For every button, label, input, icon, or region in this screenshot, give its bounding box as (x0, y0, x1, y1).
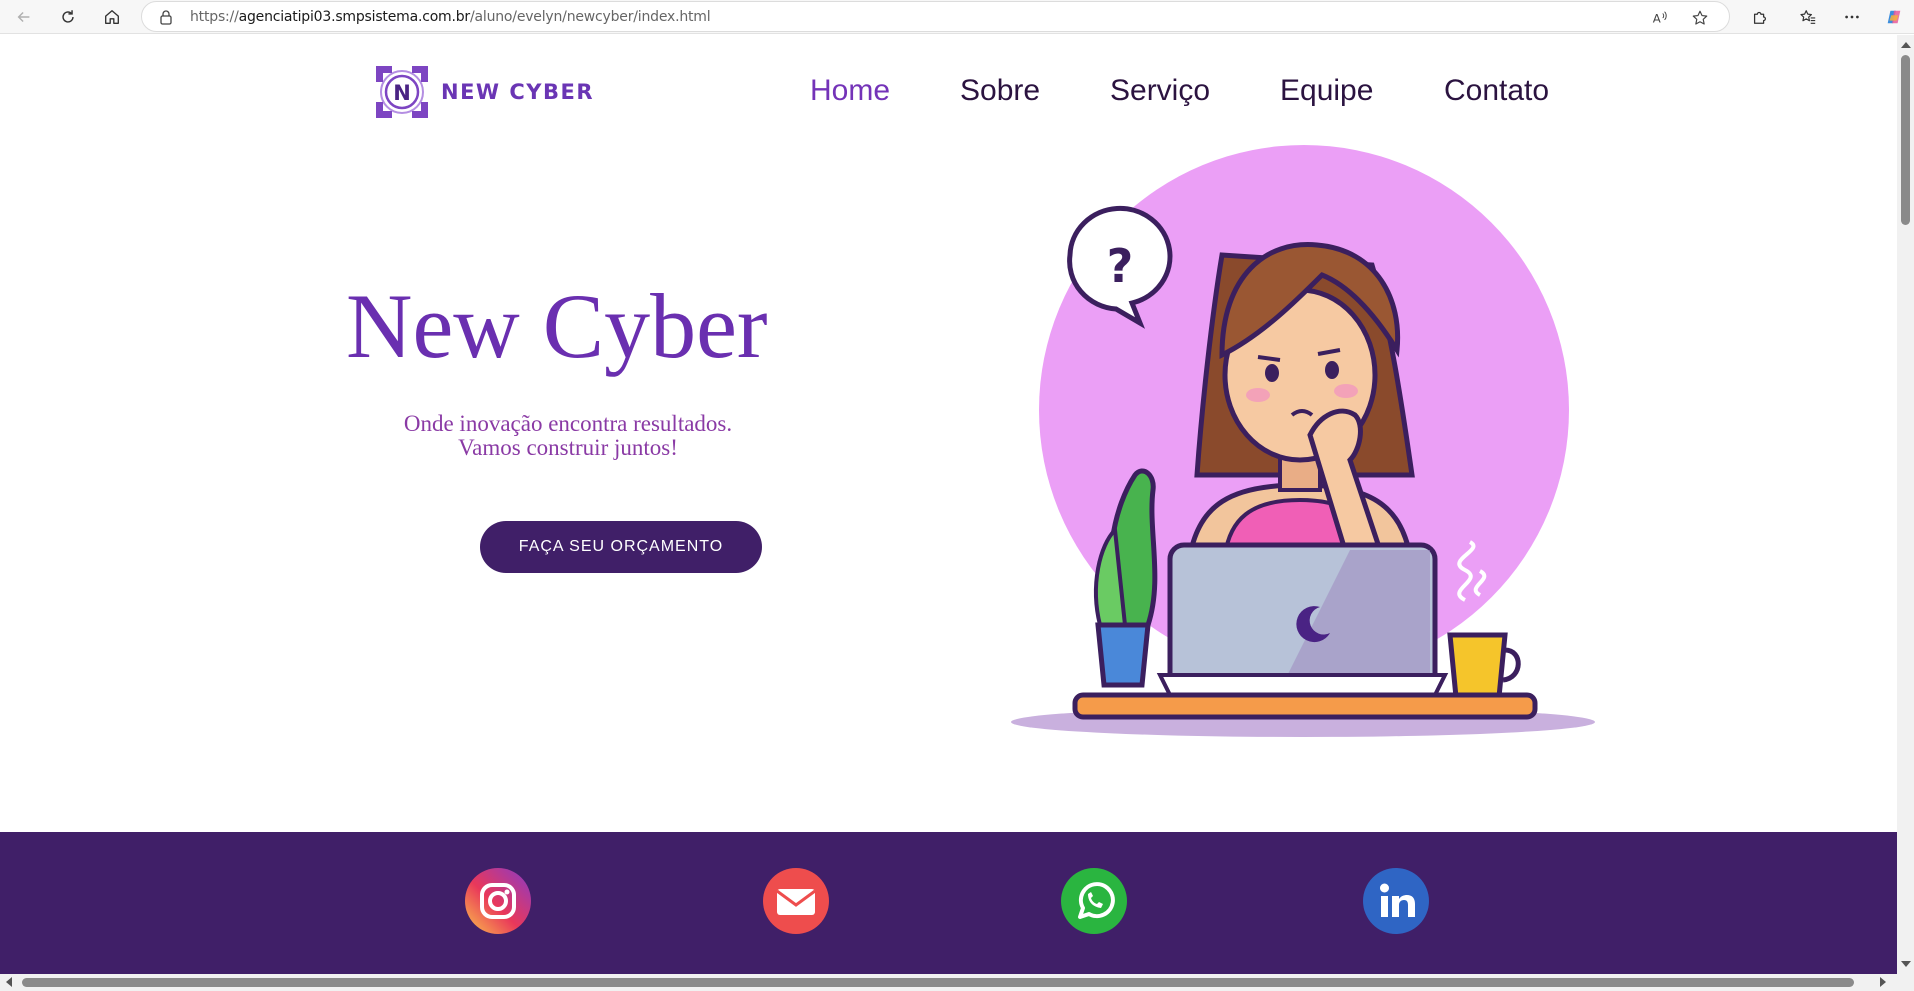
favorite-star-icon[interactable] (1690, 8, 1710, 28)
scroll-down-icon[interactable] (1901, 961, 1911, 967)
linkedin-icon[interactable] (1362, 867, 1430, 935)
svg-text:A: A (1653, 12, 1661, 26)
whatsapp-icon[interactable] (1060, 867, 1128, 935)
browser-toolbar: https://agenciatipi03.smpsistema.com.br/… (0, 0, 1914, 34)
svg-text:?: ? (1107, 239, 1134, 293)
read-aloud-icon[interactable]: A (1650, 8, 1670, 28)
url-text[interactable]: https://agenciatipi03.smpsistema.com.br/… (190, 9, 711, 25)
extensions-icon[interactable] (1746, 3, 1774, 31)
home-icon[interactable] (98, 3, 126, 31)
reload-icon[interactable] (54, 3, 82, 31)
quote-button[interactable]: FAÇA SEU ORÇAMENTO (480, 521, 762, 573)
nav-contato[interactable]: Contato (1444, 74, 1549, 108)
nav-servico[interactable]: Serviço (1110, 74, 1210, 108)
footer (0, 832, 1897, 974)
hero-title: New Cyber (346, 275, 768, 377)
woman-thinking-at-laptop-illustration: ? (1011, 145, 1595, 737)
site-logo[interactable]: N NEW CYBER (372, 62, 594, 122)
back-icon[interactable] (10, 3, 38, 31)
favorites-icon[interactable] (1794, 3, 1822, 31)
hero-subtitle-line-1: Onde inovação encontra resultados. (403, 411, 733, 436)
instagram-icon[interactable] (464, 867, 532, 935)
horizontal-scroll-thumb[interactable] (22, 978, 1854, 987)
scroll-up-icon[interactable] (1901, 42, 1911, 48)
vertical-scrollbar[interactable] (1897, 35, 1914, 974)
url-host: agenciatipi03.smpsistema.com.br (238, 9, 471, 25)
hero-subtitle-line-2: Vamos construir juntos! (458, 435, 678, 460)
logo-emblem-icon: N (376, 66, 428, 118)
url-path: /aluno/evelyn/newcyber/index.html (470, 9, 711, 25)
web-page: N NEW CYBER Home Sobre Serviço Equipe Co… (0, 35, 1897, 974)
hero-subtitle: Onde inovação encontra resultados. Vamos… (330, 412, 806, 460)
email-icon[interactable] (762, 867, 830, 935)
scroll-right-icon[interactable] (1880, 977, 1886, 987)
logo-letter: N (393, 81, 411, 105)
vertical-scroll-thumb[interactable] (1901, 55, 1910, 225)
address-bar[interactable]: https://agenciatipi03.smpsistema.com.br/… (141, 1, 1730, 32)
nav-equipe[interactable]: Equipe (1280, 74, 1373, 108)
more-icon[interactable] (1838, 3, 1866, 31)
url-scheme: https:// (190, 9, 239, 25)
nav-home[interactable]: Home (810, 74, 890, 108)
lock-icon[interactable] (158, 9, 174, 25)
copilot-icon[interactable] (1880, 3, 1908, 31)
scroll-left-icon[interactable] (6, 977, 12, 987)
nav-sobre[interactable]: Sobre (960, 74, 1040, 108)
horizontal-scrollbar[interactable] (0, 974, 1914, 991)
logo-text: NEW CYBER (441, 80, 595, 104)
